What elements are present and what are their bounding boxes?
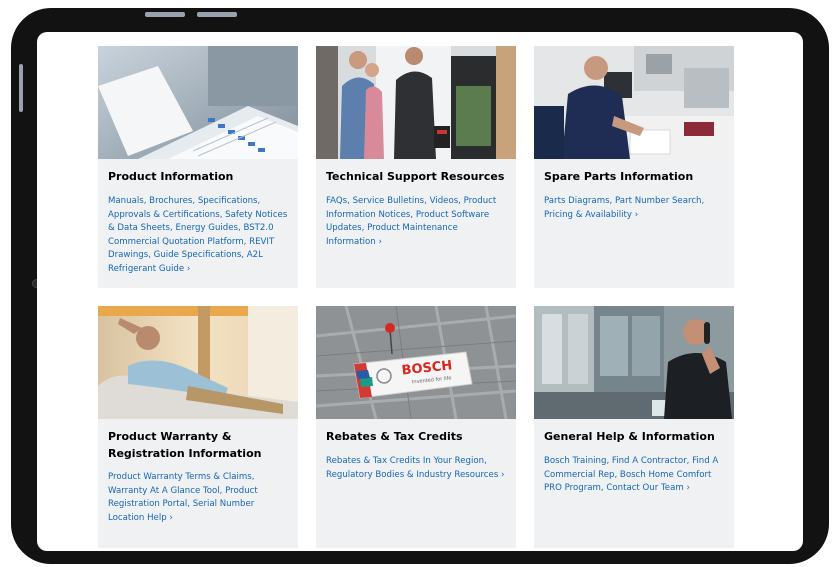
card-technical-support[interactable]: Technical Support Resources FAQs, Servic… [316,46,516,288]
rebates-image: BOSCH Invented for life [316,306,516,419]
card-title: Product Information [108,170,234,183]
card-title: Spare Parts Information [544,170,694,183]
product-warranty-image [98,306,298,419]
card-title: Technical Support Resources [326,170,505,183]
volume-button [145,12,185,17]
card-title: Product Warranty & Registration Informat… [108,430,262,460]
card-links[interactable]: FAQs, Service Bulletins, Videos, Product… [326,195,510,249]
card-links[interactable]: Parts Diagrams, Part Number Search, Pric… [544,195,728,222]
card-product-information[interactable]: Product Information Manuals, Brochures, … [98,46,298,288]
card-spare-parts[interactable]: Spare Parts Information Parts Diagrams, … [534,46,734,288]
screen: Product Information Manuals, Brochures, … [37,32,803,551]
spare-parts-image [534,46,734,159]
card-links[interactable]: Bosch Training, Find A Contractor, Find … [544,455,728,496]
card-product-warranty[interactable]: Product Warranty & Registration Informat… [98,306,298,548]
card-title: General Help & Information [544,430,715,443]
side-button [19,64,23,112]
card-general-help[interactable]: General Help & Information Bosch Trainin… [534,306,734,548]
power-button [197,12,237,17]
card-title: Rebates & Tax Credits [326,430,463,443]
card-rebates-tax-credits[interactable]: BOSCH Invented for life Rebates & Tax Cr… [316,306,516,548]
card-links[interactable]: Manuals, Brochures, Specifications, Appr… [108,195,292,277]
card-links[interactable]: Rebates & Tax Credits In Your Region, Re… [326,455,510,482]
card-links[interactable]: Product Warranty Terms & Claims, Warrant… [108,471,292,525]
product-information-image [98,46,298,159]
technical-support-image [316,46,516,159]
general-help-image [534,306,734,419]
